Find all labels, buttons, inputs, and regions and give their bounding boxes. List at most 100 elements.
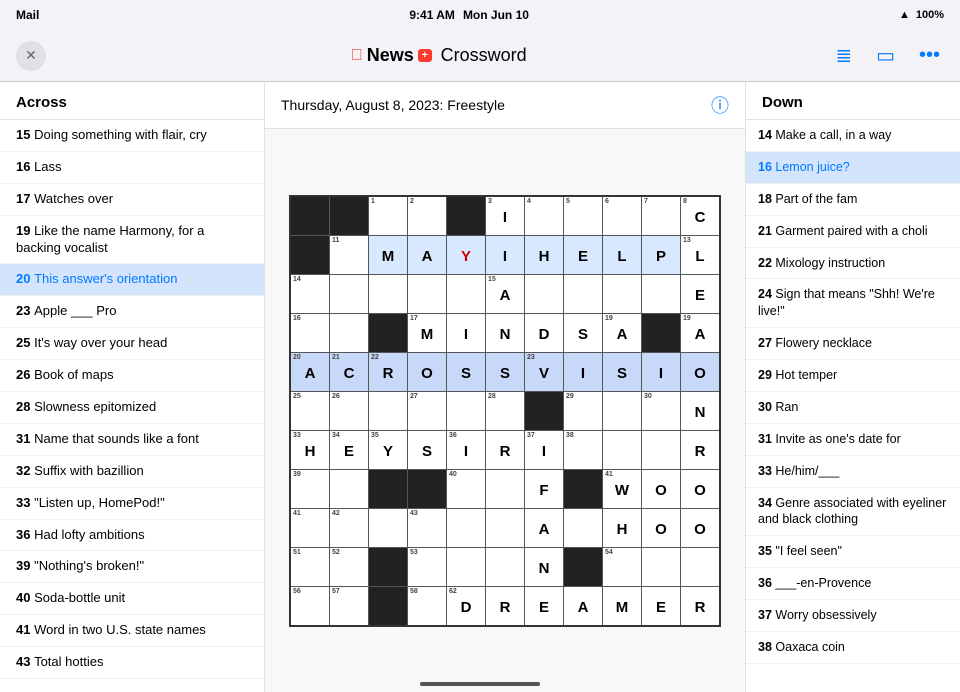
cell-r1c6[interactable]: 3I <box>486 197 524 235</box>
across-clue-17[interactable]: 17 Watches over <box>0 184 264 216</box>
crossword-grid[interactable]: 1 2 3I 4 5 6 7 8C 11 M A Y I H E L P <box>289 195 721 627</box>
across-clue-26[interactable]: 26 Book of maps <box>0 360 264 392</box>
down-clue-33[interactable]: 33 He/him/___ <box>746 456 960 488</box>
cell-r2c9[interactable]: L <box>603 236 641 274</box>
cell-r3c2[interactable] <box>330 275 368 313</box>
cell-r10c2[interactable]: 52 <box>330 548 368 586</box>
cell-r1c7[interactable]: 4 <box>525 197 563 235</box>
down-clue-29[interactable]: 29 Hot temper <box>746 360 960 392</box>
across-clue-25[interactable]: 25 It's way over your head <box>0 328 264 360</box>
cell-r5c1[interactable]: 20A <box>291 353 329 391</box>
cell-r11c3[interactable] <box>369 587 407 625</box>
cell-r1c5[interactable] <box>447 197 485 235</box>
cell-r8c3[interactable] <box>369 470 407 508</box>
down-clue-31[interactable]: 31 Invite as one's date for <box>746 424 960 456</box>
cell-r11c11[interactable]: R <box>681 587 719 625</box>
cell-r9c4[interactable]: 43 <box>408 509 446 547</box>
cell-r7c4[interactable]: S <box>408 431 446 469</box>
cell-r5c8[interactable]: I <box>564 353 602 391</box>
cell-r2c7[interactable]: H <box>525 236 563 274</box>
down-clue-16[interactable]: 16 Lemon juice? <box>746 152 960 184</box>
cell-r7c11[interactable]: R <box>681 431 719 469</box>
down-clue-21[interactable]: 21 Garment paired with a choli <box>746 216 960 248</box>
cell-r6c4[interactable]: 27 <box>408 392 446 430</box>
cell-r4c7[interactable]: D <box>525 314 563 352</box>
cell-r8c7[interactable]: F <box>525 470 563 508</box>
cell-r6c10[interactable]: 30 <box>642 392 680 430</box>
cell-r2c10[interactable]: P <box>642 236 680 274</box>
cell-r9c7[interactable]: A <box>525 509 563 547</box>
cell-r9c6[interactable] <box>486 509 524 547</box>
cell-r8c9[interactable]: 41W <box>603 470 641 508</box>
cell-r9c11[interactable]: O <box>681 509 719 547</box>
cell-r3c9[interactable] <box>603 275 641 313</box>
cell-r8c10[interactable]: O <box>642 470 680 508</box>
cell-r11c8[interactable]: A <box>564 587 602 625</box>
cell-r4c8[interactable]: S <box>564 314 602 352</box>
cell-r3c4[interactable] <box>408 275 446 313</box>
cell-r4c11[interactable]: 19A <box>681 314 719 352</box>
cell-r8c1[interactable]: 39 <box>291 470 329 508</box>
cell-r9c5[interactable] <box>447 509 485 547</box>
cell-r4c2[interactable] <box>330 314 368 352</box>
cell-r11c9[interactable]: M <box>603 587 641 625</box>
cell-r1c10[interactable]: 7 <box>642 197 680 235</box>
cell-r7c1[interactable]: 33H <box>291 431 329 469</box>
cell-r11c10[interactable]: E <box>642 587 680 625</box>
down-clue-30[interactable]: 30 Ran <box>746 392 960 424</box>
cell-r4c5[interactable]: I <box>447 314 485 352</box>
cell-r8c8[interactable] <box>564 470 602 508</box>
across-clues-list[interactable]: 15 Doing something with flair, cry 16 La… <box>0 120 264 692</box>
across-clue-40[interactable]: 40 Soda-bottle unit <box>0 583 264 615</box>
across-clue-20[interactable]: 20 This answer's orientation <box>0 264 264 296</box>
cell-r10c5[interactable] <box>447 548 485 586</box>
cell-r8c5[interactable]: 40 <box>447 470 485 508</box>
cell-r4c10[interactable] <box>642 314 680 352</box>
close-button[interactable]: ✕ <box>16 41 46 71</box>
cell-r6c9[interactable] <box>603 392 641 430</box>
across-clue-39[interactable]: 39 "Nothing's broken!" <box>0 551 264 583</box>
cell-r2c11[interactable]: 13L <box>681 236 719 274</box>
cell-r10c10[interactable] <box>642 548 680 586</box>
cell-r6c6[interactable]: 28 <box>486 392 524 430</box>
cell-r2c6[interactable]: I <box>486 236 524 274</box>
cell-r6c2[interactable]: 26 <box>330 392 368 430</box>
cell-r10c6[interactable] <box>486 548 524 586</box>
cell-r3c5[interactable] <box>447 275 485 313</box>
cell-r8c11[interactable]: O <box>681 470 719 508</box>
cell-r6c3[interactable] <box>369 392 407 430</box>
across-clue-15[interactable]: 15 Doing something with flair, cry <box>0 120 264 152</box>
cell-r3c10[interactable] <box>642 275 680 313</box>
cell-r3c8[interactable] <box>564 275 602 313</box>
cell-r7c7[interactable]: 37I <box>525 431 563 469</box>
cell-r3c3[interactable] <box>369 275 407 313</box>
cell-r10c3[interactable] <box>369 548 407 586</box>
cell-r7c5[interactable]: 36I <box>447 431 485 469</box>
cell-r8c2[interactable] <box>330 470 368 508</box>
cell-r1c9[interactable]: 6 <box>603 197 641 235</box>
across-clue-41[interactable]: 41 Word in two U.S. state names <box>0 615 264 647</box>
cell-r6c7[interactable] <box>525 392 563 430</box>
down-clue-36[interactable]: 36 ___-en-Provence <box>746 568 960 600</box>
person-view-button[interactable]: ▭ <box>872 39 899 72</box>
down-clue-37[interactable]: 37 Worry obsessively <box>746 600 960 632</box>
cell-r3c7[interactable] <box>525 275 563 313</box>
cell-r2c4[interactable]: A <box>408 236 446 274</box>
more-button[interactable]: ••• <box>915 40 944 71</box>
cell-r5c2[interactable]: 21C <box>330 353 368 391</box>
cell-r8c4[interactable] <box>408 470 446 508</box>
cell-r10c4[interactable]: 53 <box>408 548 446 586</box>
cell-r9c10[interactable]: O <box>642 509 680 547</box>
cell-r6c1[interactable]: 25 <box>291 392 329 430</box>
across-clue-31[interactable]: 31 Name that sounds like a font <box>0 424 264 456</box>
cell-r7c6[interactable]: R <box>486 431 524 469</box>
down-clue-14[interactable]: 14 Make a call, in a way <box>746 120 960 152</box>
across-clue-23[interactable]: 23 Apple ___ Pro <box>0 296 264 328</box>
cell-r1c8[interactable]: 5 <box>564 197 602 235</box>
cell-r5c11[interactable]: O <box>681 353 719 391</box>
across-clue-36[interactable]: 36 Had lofty ambitions <box>0 520 264 552</box>
cell-r7c9[interactable] <box>603 431 641 469</box>
cell-r6c8[interactable]: 29 <box>564 392 602 430</box>
cell-r5c6[interactable]: S <box>486 353 524 391</box>
cell-r5c7[interactable]: 23V <box>525 353 563 391</box>
